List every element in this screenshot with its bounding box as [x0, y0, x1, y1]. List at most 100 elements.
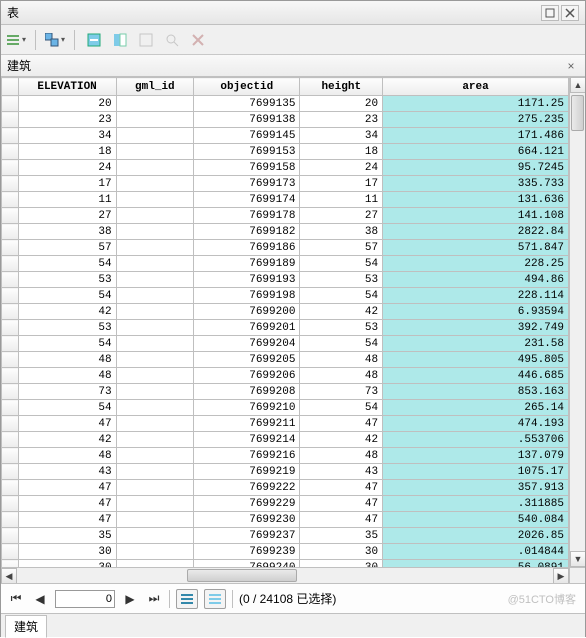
scroll-thumb-horizontal[interactable]	[187, 569, 297, 582]
cell-elevation[interactable]: 30	[18, 560, 116, 568]
cell-height[interactable]: 48	[300, 352, 383, 368]
table-row[interactable]: 427699200426.93594	[2, 304, 569, 320]
cell-height[interactable]: 54	[300, 400, 383, 416]
cell-elevation[interactable]: 27	[18, 208, 116, 224]
cell-gml_id[interactable]	[116, 512, 193, 528]
cell-elevation[interactable]: 20	[18, 96, 116, 112]
table-row[interactable]: 54769918954228.25	[2, 256, 569, 272]
row-header[interactable]	[2, 112, 19, 128]
cell-area[interactable]: 231.58	[383, 336, 569, 352]
cell-area[interactable]: .553706	[383, 432, 569, 448]
row-header[interactable]	[2, 288, 19, 304]
cell-height[interactable]: 17	[300, 176, 383, 192]
cell-objectid[interactable]: 7699198	[194, 288, 300, 304]
cell-area[interactable]: 275.235	[383, 112, 569, 128]
cell-elevation[interactable]: 35	[18, 528, 116, 544]
cell-gml_id[interactable]	[116, 320, 193, 336]
row-header[interactable]	[2, 400, 19, 416]
cell-height[interactable]: 30	[300, 560, 383, 568]
column-header-elevation[interactable]: ELEVATION	[18, 78, 116, 96]
cell-gml_id[interactable]	[116, 528, 193, 544]
cell-area[interactable]: 137.079	[383, 448, 569, 464]
column-header-height[interactable]: height	[300, 78, 383, 96]
row-header[interactable]	[2, 416, 19, 432]
cell-area[interactable]: 494.86	[383, 272, 569, 288]
cell-gml_id[interactable]	[116, 96, 193, 112]
cell-area[interactable]: 474.193	[383, 416, 569, 432]
cell-objectid[interactable]: 7699237	[194, 528, 300, 544]
corner-header[interactable]	[2, 78, 19, 96]
row-header[interactable]	[2, 448, 19, 464]
table-row[interactable]: 18769915318664.121	[2, 144, 569, 160]
cell-height[interactable]: 54	[300, 336, 383, 352]
cell-height[interactable]: 54	[300, 256, 383, 272]
cell-gml_id[interactable]	[116, 336, 193, 352]
next-record-button[interactable]: ▶	[121, 590, 139, 608]
cell-elevation[interactable]: 47	[18, 496, 116, 512]
scroll-left-button[interactable]: ◀	[1, 568, 17, 583]
cell-area[interactable]: 171.486	[383, 128, 569, 144]
cell-gml_id[interactable]	[116, 304, 193, 320]
cell-gml_id[interactable]	[116, 112, 193, 128]
row-header[interactable]	[2, 336, 19, 352]
cell-elevation[interactable]: 42	[18, 304, 116, 320]
cell-height[interactable]: 54	[300, 288, 383, 304]
cell-objectid[interactable]: 7699206	[194, 368, 300, 384]
cell-elevation[interactable]: 54	[18, 400, 116, 416]
row-header[interactable]	[2, 528, 19, 544]
cell-objectid[interactable]: 7699178	[194, 208, 300, 224]
cell-height[interactable]: 27	[300, 208, 383, 224]
row-header[interactable]	[2, 480, 19, 496]
record-position-input[interactable]	[55, 590, 115, 608]
cell-elevation[interactable]: 54	[18, 288, 116, 304]
cell-objectid[interactable]: 7699208	[194, 384, 300, 400]
vertical-scrollbar[interactable]: ▲ ▼	[569, 77, 585, 567]
cell-gml_id[interactable]	[116, 384, 193, 400]
row-header[interactable]	[2, 208, 19, 224]
cell-height[interactable]: 11	[300, 192, 383, 208]
cell-elevation[interactable]: 24	[18, 160, 116, 176]
cell-objectid[interactable]: 7699239	[194, 544, 300, 560]
cell-objectid[interactable]: 7699158	[194, 160, 300, 176]
cell-gml_id[interactable]	[116, 288, 193, 304]
table-row[interactable]: 387699182382822.84	[2, 224, 569, 240]
cell-gml_id[interactable]	[116, 144, 193, 160]
cell-area[interactable]: 265.14	[383, 400, 569, 416]
cell-area[interactable]: 56.0891	[383, 560, 569, 568]
cell-gml_id[interactable]	[116, 240, 193, 256]
table-row[interactable]: 47769922947.311885	[2, 496, 569, 512]
cell-area[interactable]: 664.121	[383, 144, 569, 160]
cell-elevation[interactable]: 43	[18, 464, 116, 480]
cell-elevation[interactable]: 48	[18, 368, 116, 384]
cell-elevation[interactable]: 48	[18, 352, 116, 368]
table-row[interactable]: 3076992403056.0891	[2, 560, 569, 568]
row-header[interactable]	[2, 272, 19, 288]
cell-gml_id[interactable]	[116, 272, 193, 288]
cell-height[interactable]: 34	[300, 128, 383, 144]
cell-objectid[interactable]: 7699201	[194, 320, 300, 336]
table-row[interactable]: 23769913823275.235	[2, 112, 569, 128]
cell-gml_id[interactable]	[116, 416, 193, 432]
cell-elevation[interactable]: 54	[18, 336, 116, 352]
cell-gml_id[interactable]	[116, 224, 193, 240]
horizontal-scrollbar[interactable]: ◀ ▶	[1, 567, 569, 583]
cell-area[interactable]: 853.163	[383, 384, 569, 400]
cell-objectid[interactable]: 7699145	[194, 128, 300, 144]
cell-objectid[interactable]: 7699210	[194, 400, 300, 416]
cell-area[interactable]: 131.636	[383, 192, 569, 208]
cell-objectid[interactable]: 7699240	[194, 560, 300, 568]
cell-objectid[interactable]: 7699216	[194, 448, 300, 464]
table-options-dropdown[interactable]	[5, 29, 27, 51]
table-row[interactable]: 73769920873853.163	[2, 384, 569, 400]
table-row[interactable]: 54769921054265.14	[2, 400, 569, 416]
cell-objectid[interactable]: 7699230	[194, 512, 300, 528]
row-header[interactable]	[2, 544, 19, 560]
cell-objectid[interactable]: 7699135	[194, 96, 300, 112]
cell-area[interactable]: 571.847	[383, 240, 569, 256]
table-row[interactable]: 42769921442.553706	[2, 432, 569, 448]
tab-layer[interactable]: 建筑	[5, 615, 47, 638]
cell-gml_id[interactable]	[116, 464, 193, 480]
table-row[interactable]: 34769914534171.486	[2, 128, 569, 144]
delete-selected-button[interactable]	[187, 29, 209, 51]
table-row[interactable]: 437699219431075.17	[2, 464, 569, 480]
